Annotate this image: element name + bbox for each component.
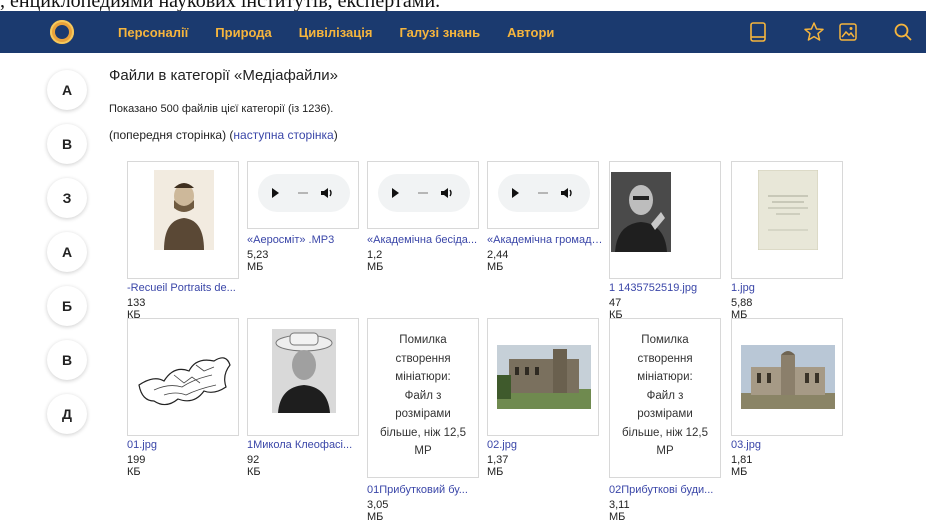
letter-button[interactable]: В (47, 124, 87, 164)
error-line: MP (656, 445, 674, 457)
star-icon[interactable] (799, 11, 829, 53)
book-icon[interactable] (743, 11, 773, 53)
error-line: Файл з (404, 389, 442, 402)
nav-pryroda[interactable]: Природа (215, 25, 271, 40)
file-size: 1,2 МБ (367, 249, 384, 273)
image-icon[interactable] (833, 11, 863, 53)
file-size: 3,05 МБ (367, 499, 389, 523)
file-size: 1,37 МБ (487, 454, 509, 478)
file-thumbnail[interactable] (127, 161, 239, 279)
letter-button[interactable]: З (47, 178, 87, 218)
palace-image (497, 345, 591, 409)
file-thumbnail[interactable] (731, 318, 843, 436)
letter-button[interactable]: В (47, 340, 87, 380)
volume-icon[interactable] (320, 187, 334, 199)
file-size: 5,23 МБ (247, 249, 269, 273)
error-line: мініатюри: (395, 371, 451, 383)
file-thumbnail (367, 161, 479, 229)
file-name-link[interactable]: 1Микола Клеофасі... (247, 439, 365, 451)
error-line: розмірами (395, 408, 451, 420)
error-line: більше, ніж 12,5 (621, 426, 709, 439)
file-name-link[interactable]: «Аеросміт» .MP3 (247, 234, 365, 246)
audio-progress-bar[interactable] (418, 192, 428, 194)
file-size: 3,11 МБ (609, 499, 630, 523)
volume-icon[interactable] (440, 187, 454, 199)
file-name-link[interactable]: 01Прибутковий бу... (367, 484, 485, 496)
file-name-link[interactable]: 1.jpg (731, 282, 849, 294)
file-size: 92 КБ (247, 454, 261, 478)
file-name-link[interactable]: 1 1435752519.jpg (609, 282, 727, 294)
letter-button[interactable]: А (47, 70, 87, 110)
thumbnail-error-message: Помилка створення мініатюри: Файл з розм… (368, 331, 478, 461)
file-name-link[interactable]: 02.jpg (487, 439, 605, 451)
error-line: більше, ніж 12,5 (379, 426, 467, 439)
nav-haluzi-znan[interactable]: Галузі знань (399, 25, 480, 40)
portrait-engraving-image (154, 170, 214, 250)
file-thumbnail[interactable] (731, 161, 843, 279)
file-size: 1,81 МБ (731, 454, 753, 478)
page-title: Файли в категорії «Медіафайли» (109, 67, 338, 84)
top-cut-text: , енциклопедиями наукових інститутів, ек… (0, 0, 926, 11)
prev-page-text: (попередня сторінка) (109, 128, 227, 142)
file-thumbnail[interactable] (487, 318, 599, 436)
error-line: розмірами (637, 408, 693, 420)
file-name-link[interactable]: -Recueil Portraits de... (127, 282, 245, 294)
play-icon[interactable] (512, 188, 519, 198)
letter-button[interactable]: Д (47, 394, 87, 434)
error-line: мініатюри: (637, 371, 693, 383)
file-name-link[interactable]: «Академічна бесіда... (367, 234, 485, 246)
error-line: Помилка (641, 334, 689, 346)
search-icon[interactable] (888, 11, 918, 53)
file-size: 2,44 МБ (487, 249, 509, 273)
audio-player[interactable] (378, 174, 470, 212)
file-thumbnail[interactable] (609, 161, 721, 279)
nav-personalii[interactable]: Персоналії (118, 25, 188, 40)
top-navbar: Персоналії Природа Цивілізація Галузі зн… (0, 11, 926, 53)
top-cut-text-content: , енциклопедиями наукових інститутів, ек… (0, 0, 441, 11)
pager: (попередня сторінка) (наступна сторінка) (109, 128, 338, 142)
file-thumbnail[interactable] (247, 318, 359, 436)
file-name-link[interactable]: 03.jpg (731, 439, 849, 451)
file-name-link[interactable]: 01.jpg (127, 439, 245, 451)
file-name-link[interactable]: 02Прибуткові буди... (609, 484, 727, 496)
file-name-link[interactable]: «Академічна громада... (487, 234, 605, 246)
next-close-paren: ) (333, 128, 338, 142)
nav-avtory[interactable]: Автори (507, 25, 554, 40)
nav-tsyvilizatsiia[interactable]: Цивілізація (299, 25, 373, 40)
file-count: Показано 500 файлів цієї категорії (із 1… (109, 103, 334, 115)
file-thumbnail[interactable]: Помилка створення мініатюри: Файл з розм… (609, 318, 721, 478)
document-image (758, 170, 818, 250)
error-line: Помилка (399, 334, 447, 346)
audio-progress-bar[interactable] (538, 192, 548, 194)
letter-button[interactable]: А (47, 232, 87, 272)
letter-index: А В З А Б В Д (47, 70, 87, 448)
file-thumbnail[interactable] (127, 318, 239, 436)
volume-icon[interactable] (560, 187, 574, 199)
audio-player[interactable] (498, 174, 590, 212)
file-thumbnail (247, 161, 359, 229)
portrait-hat-image (272, 329, 336, 413)
play-icon[interactable] (272, 188, 279, 198)
letter-button[interactable]: Б (47, 286, 87, 326)
portrait-photo-image (611, 172, 671, 252)
play-icon[interactable] (392, 188, 399, 198)
map-image (138, 357, 231, 406)
thumbnail-error-message: Помилка створення мініатюри: Файл з розм… (610, 331, 720, 461)
audio-player[interactable] (258, 174, 350, 212)
error-line: Файл з (646, 389, 684, 402)
file-thumbnail[interactable]: Помилка створення мініатюри: Файл з розм… (367, 318, 479, 478)
error-line: MP (414, 445, 432, 457)
site-logo[interactable] (50, 20, 74, 44)
next-page-link[interactable]: наступна сторінка (233, 128, 333, 142)
error-line: створення (395, 352, 451, 365)
main-nav: Персоналії Природа Цивілізація Галузі зн… (118, 11, 581, 53)
audio-progress-bar[interactable] (298, 192, 308, 194)
error-line: створення (637, 352, 693, 365)
file-size: 199 КБ (127, 454, 146, 478)
palace2-image (741, 345, 835, 409)
file-thumbnail (487, 161, 599, 229)
